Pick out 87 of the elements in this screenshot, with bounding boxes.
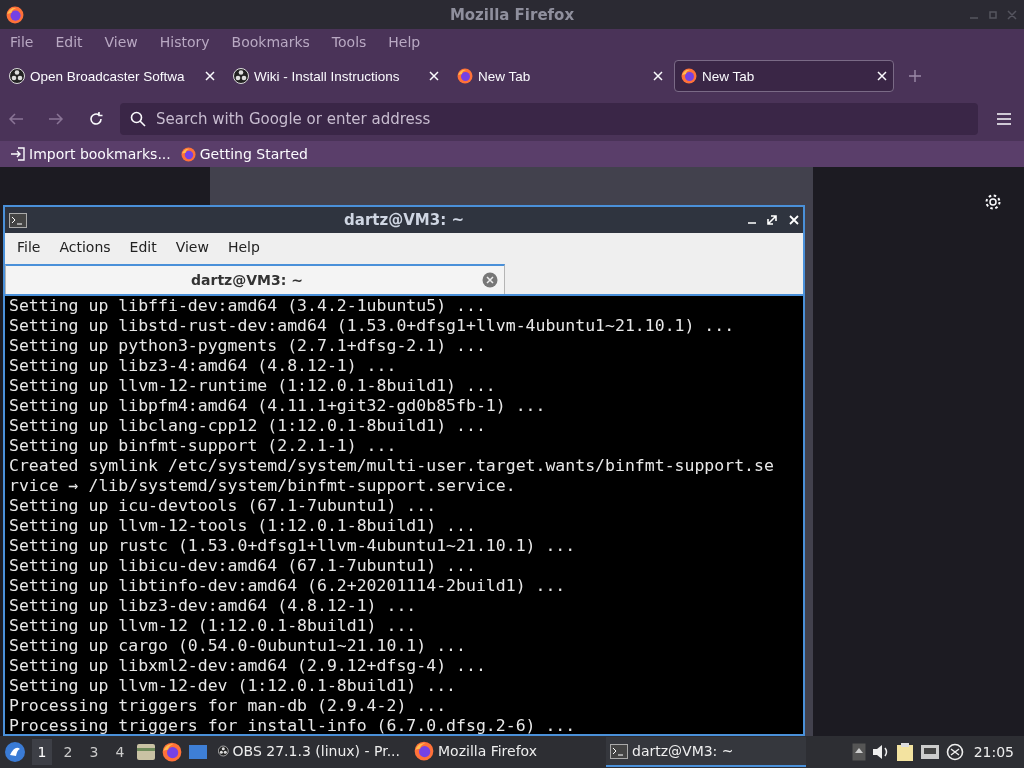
window-title: dartz@VM3: ~ <box>343 211 465 229</box>
browser-tab[interactable]: Wiki - Install Instructions <box>226 60 446 92</box>
terminal-line: Setting up rustc (1.53.0+dfsg1+llvm-4ubuntu1~21.10.1) ... <box>9 536 577 556</box>
terminal-line: Setting up libstd-rust-dev:amd64 (1.53.0+dfsg1+llvm-4ubuntu1~21.10.1) ... <box>9 316 736 336</box>
search-icon <box>130 111 146 127</box>
tab-title: New Tab <box>478 68 532 84</box>
terminal-line: Setting up libffi-dev:amd64 (3.4.2-1ubuntu5) ... <box>9 296 487 316</box>
tab-title: Open Broadcaster Softwa <box>30 68 186 84</box>
terminal-line: Setting up libz3-4:amd64 (4.8.12-1) ... <box>9 356 398 376</box>
terminal-line: rvice → /lib/systemd/system/binfmt-support.service. <box>9 476 517 496</box>
new-tab-icon[interactable] <box>908 69 922 83</box>
menu-item[interactable]: Help <box>382 34 427 50</box>
terminal-line: Setting up cargo (0.54.0-0ubuntu1~21.10.1) ... <box>9 636 467 656</box>
start-menu-icon[interactable] <box>4 741 26 763</box>
terminal-tab[interactable]: dartz@VM3: ~ <box>5 264 505 294</box>
menu-item[interactable]: Bookmarks <box>225 34 316 50</box>
file-manager-icon[interactable] <box>136 743 156 761</box>
taskbar-window-button[interactable]: Mozilla Firefox <box>410 737 600 767</box>
terminal-line: Setting up llvm-12 (1:12.0.1-8build1) ... <box>9 616 418 636</box>
menu-item[interactable]: File <box>4 34 40 50</box>
window-controls-icon[interactable] <box>747 215 799 225</box>
window-title: Mozilla Firefox <box>448 5 576 24</box>
taskbar-window-button[interactable]: OBS 27.1.3 (linux) - Pr... <box>214 737 404 767</box>
browser-tab[interactable]: New Tab <box>450 60 670 92</box>
terminal-line: Setting up python3-pygments (2.7.1+dfsg-2.1) ... <box>9 336 487 356</box>
import-icon <box>10 147 25 161</box>
terminal-line: Setting up libpfm4:amd64 (4.11.1+git32-gd0b85fb-1) ... <box>9 396 547 416</box>
terminal-line: Setting up icu-devtools (67.1-7ubuntu1) ... <box>9 496 438 516</box>
settings-icon[interactable] <box>984 193 1002 211</box>
terminal-line: Processing triggers for install-info (6.7.0.dfsg.2-6) ... <box>9 716 577 734</box>
volume-icon[interactable] <box>871 744 890 760</box>
menu-item[interactable]: Tools <box>325 34 373 50</box>
tab-title: New Tab <box>702 68 756 84</box>
terminal-line: Setting up libclang-cpp12 (1:12.0.1-8build1) ... <box>9 416 487 436</box>
clock[interactable]: 21:05 <box>973 744 1014 760</box>
browser-tab[interactable]: New Tab <box>674 60 894 92</box>
workspace-button[interactable]: 3 <box>84 739 104 765</box>
close-icon[interactable] <box>429 71 439 81</box>
menu-item[interactable]: Help <box>219 239 268 255</box>
terminal-line: Setting up libtinfo-dev:amd64 (6.2+20201114-2build1) ... <box>9 576 567 596</box>
firefox-icon <box>6 5 24 24</box>
firefox-icon <box>681 68 697 84</box>
menu-item[interactable]: Edit <box>121 239 165 255</box>
back-icon[interactable] <box>8 112 24 126</box>
menu-item[interactable]: File <box>9 239 49 255</box>
firefox-icon <box>162 742 182 762</box>
firefox-icon <box>457 68 473 84</box>
menu-item[interactable]: Actions <box>51 239 119 255</box>
terminal-line: Setting up llvm-12-tools (1:12.0.1-8build1) ... <box>9 516 477 536</box>
terminal-icon <box>610 743 628 759</box>
terminal-line: Setting up binfmt-support (2.2.1-1) ... <box>9 436 398 456</box>
menu-item[interactable]: Edit <box>49 34 89 50</box>
taskbar-window-button[interactable]: dartz@VM3: ~ <box>606 737 806 767</box>
terminal-line: Setting up libz3-dev:amd64 (4.8.12-1) ... <box>9 596 418 616</box>
address-bar[interactable]: Search with Google or enter address <box>120 103 978 135</box>
bookmark-item[interactable]: Getting Started <box>180 146 308 162</box>
terminal-line: Setting up llvm-12-dev (1:12.0.1-8build1) ... <box>9 676 458 696</box>
terminal-line: Created symlink /etc/systemd/system/multi-user.target.wants/binfmt-support.se <box>9 456 775 476</box>
network-icon[interactable] <box>919 744 940 760</box>
terminal-icon <box>9 212 27 228</box>
terminal-line: Processing triggers for man-db (2.9.4-2) ... <box>9 696 448 716</box>
firefox-icon <box>414 741 434 761</box>
close-icon[interactable] <box>653 71 663 81</box>
menu-item[interactable]: View <box>98 34 144 50</box>
workspace-button[interactable]: 4 <box>110 739 130 765</box>
terminal-line: Setting up libxml2-dev:amd64 (2.9.12+dfsg-4) ... <box>9 656 487 676</box>
terminal-line: Setting up llvm-12-runtime (1:12.0.1-8build1) ... <box>9 376 497 396</box>
close-icon[interactable] <box>205 71 215 81</box>
firefox-icon <box>180 146 196 162</box>
bookmark-item[interactable]: Import bookmarks... <box>10 146 171 162</box>
terminal-line: Setting up libicu-dev:amd64 (67.1-7ubuntu1) ... <box>9 556 477 576</box>
obs-icon <box>233 68 249 84</box>
reload-icon[interactable] <box>88 111 104 127</box>
menu-item[interactable]: History <box>153 34 216 50</box>
desktop-icon[interactable] <box>188 744 208 760</box>
tab-title: dartz@VM3: ~ <box>190 272 304 288</box>
menu-item[interactable]: View <box>167 239 217 255</box>
browser-tab[interactable]: Open Broadcaster Softwa <box>2 60 222 92</box>
close-icon[interactable] <box>877 71 887 81</box>
address-field[interactable]: Search with Google or enter address <box>154 109 968 129</box>
workspace-button[interactable]: 1 <box>32 739 52 765</box>
forward-icon[interactable] <box>48 112 64 126</box>
workspace-button[interactable]: 2 <box>58 739 78 765</box>
menu-icon[interactable] <box>996 113 1012 125</box>
clipboard-icon[interactable] <box>895 742 914 762</box>
obs-icon <box>9 68 25 84</box>
tab-title: Wiki - Install Instructions <box>254 68 401 84</box>
